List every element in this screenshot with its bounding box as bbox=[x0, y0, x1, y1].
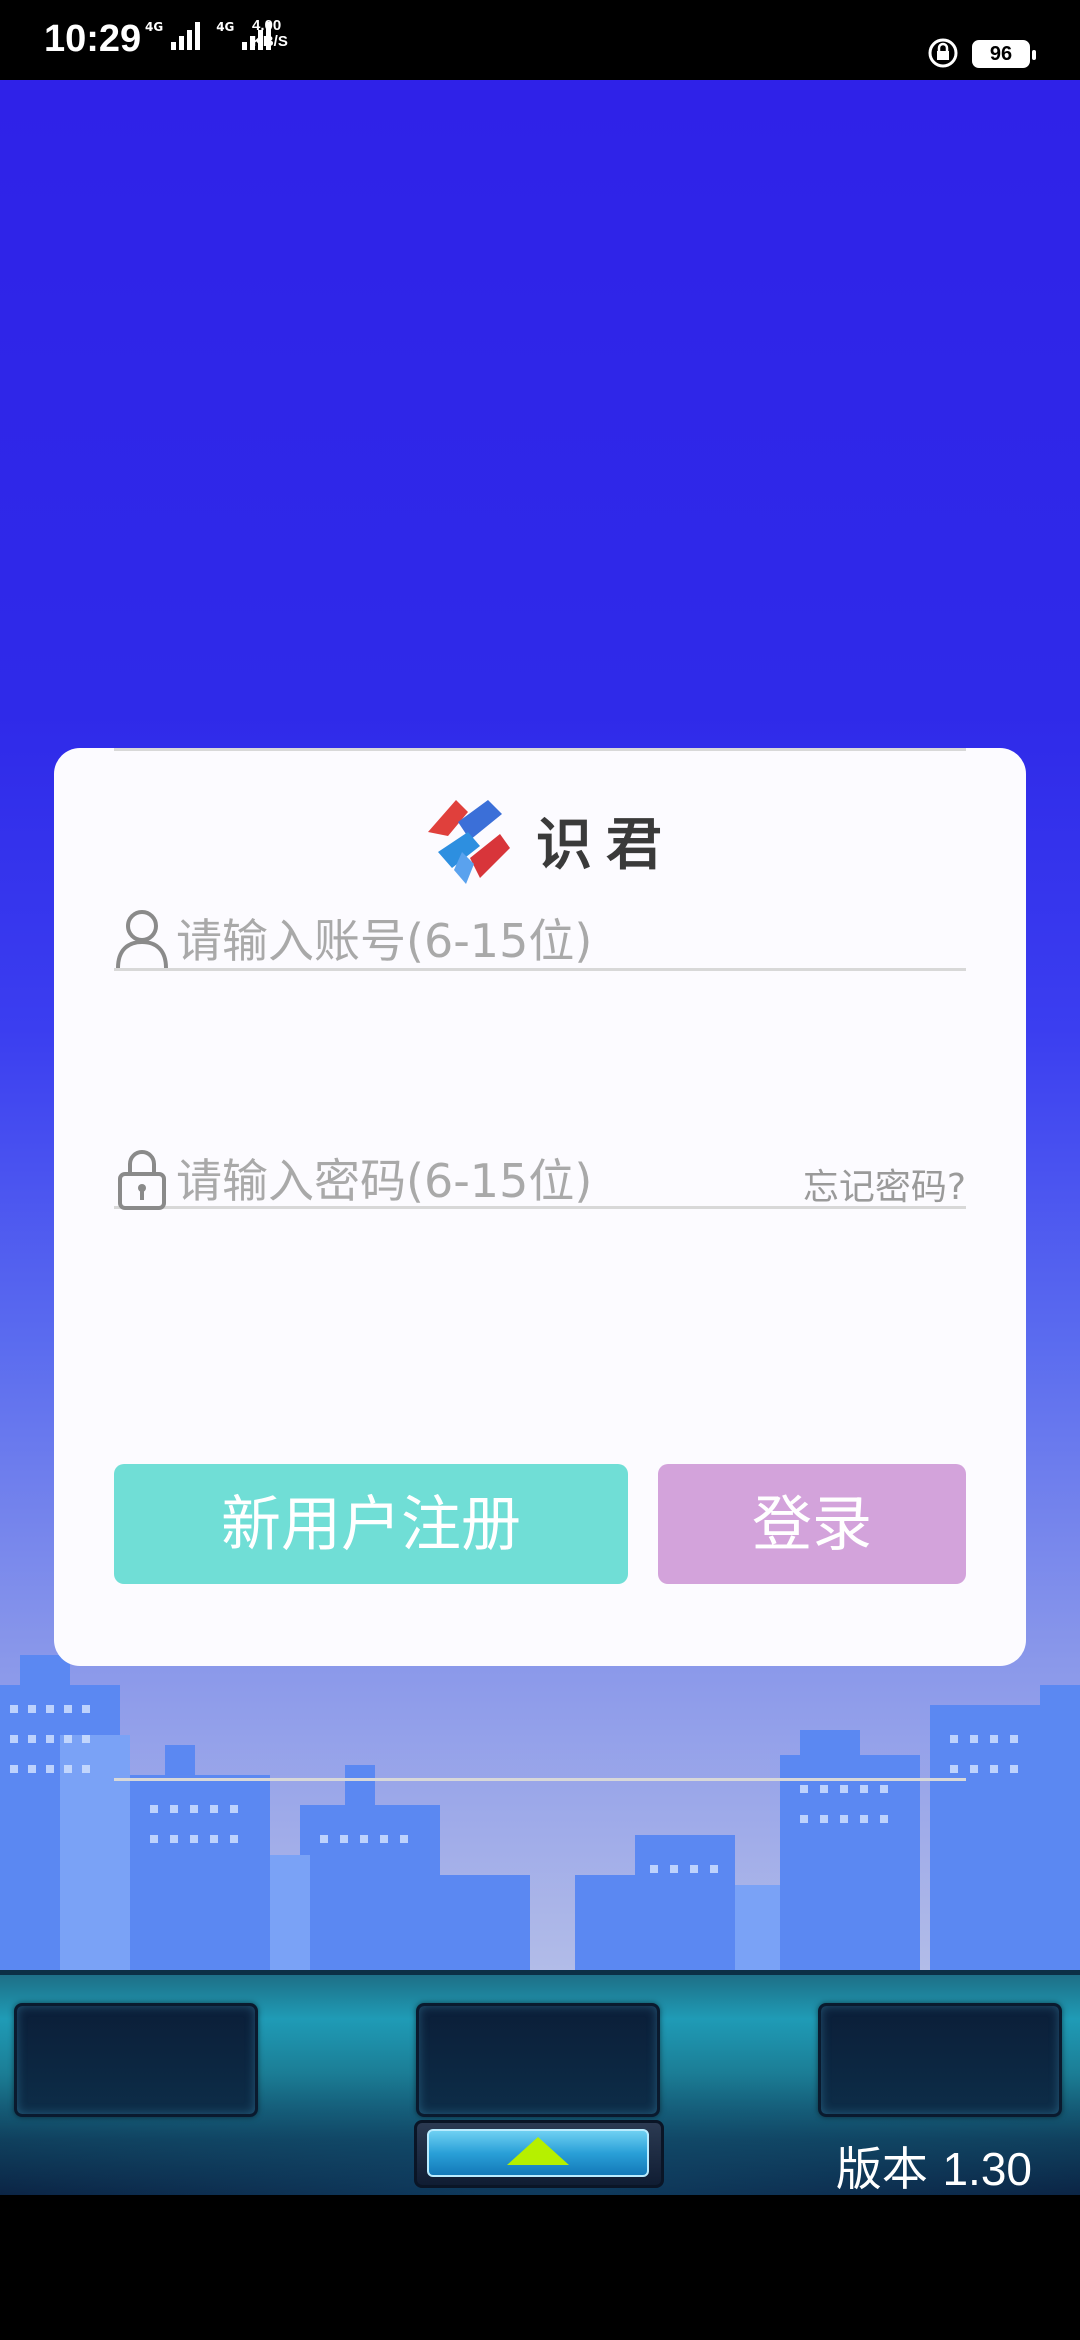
login-form: 忘记密码? 新用户注册 登录 bbox=[54, 748, 1026, 1666]
network-speed-value: 4.00 bbox=[252, 17, 282, 34]
status-bar: 10:29 4G 4G 4.00 KB/S 96 bbox=[0, 0, 1080, 80]
bottom-control-panel: 版本 1.30 bbox=[0, 1970, 1080, 2195]
signal-icon bbox=[171, 20, 201, 50]
version-label: 版本 bbox=[835, 2142, 928, 2195]
lock-icon bbox=[118, 1150, 166, 1210]
expand-up-button[interactable] bbox=[414, 2120, 664, 2188]
account-input[interactable] bbox=[176, 906, 776, 976]
battery-level: 96 bbox=[989, 43, 1013, 65]
version-number: 1.30 bbox=[942, 2143, 1032, 2195]
password-field: 忘记密码? bbox=[114, 1088, 966, 1216]
network-speed: 4.00 KB/S bbox=[252, 18, 288, 50]
login-button[interactable]: 登录 bbox=[658, 1464, 966, 1584]
network-type-label: 4G bbox=[145, 20, 164, 34]
forgot-password-link[interactable]: 忘记密码? bbox=[803, 1158, 966, 1210]
password-input[interactable] bbox=[176, 1146, 596, 1216]
user-icon bbox=[116, 910, 168, 969]
panel-slot-center[interactable] bbox=[416, 2003, 660, 2117]
account-field bbox=[114, 1658, 966, 1781]
arrow-up-icon bbox=[507, 2137, 569, 2165]
account-field bbox=[114, 848, 966, 976]
status-time: 10:29 bbox=[44, 18, 142, 60]
panel-slot-left[interactable] bbox=[14, 2003, 258, 2117]
rotation-lock-icon bbox=[928, 38, 958, 68]
network-speed-unit: KB/S bbox=[252, 33, 288, 50]
register-button[interactable]: 新用户注册 bbox=[114, 1464, 628, 1584]
battery-icon: 96 bbox=[972, 40, 1036, 68]
version-info: 版本 1.30 bbox=[836, 2133, 1032, 2195]
panel-slot-right[interactable] bbox=[818, 2003, 1062, 2117]
network-type-label: 4G bbox=[216, 20, 235, 34]
